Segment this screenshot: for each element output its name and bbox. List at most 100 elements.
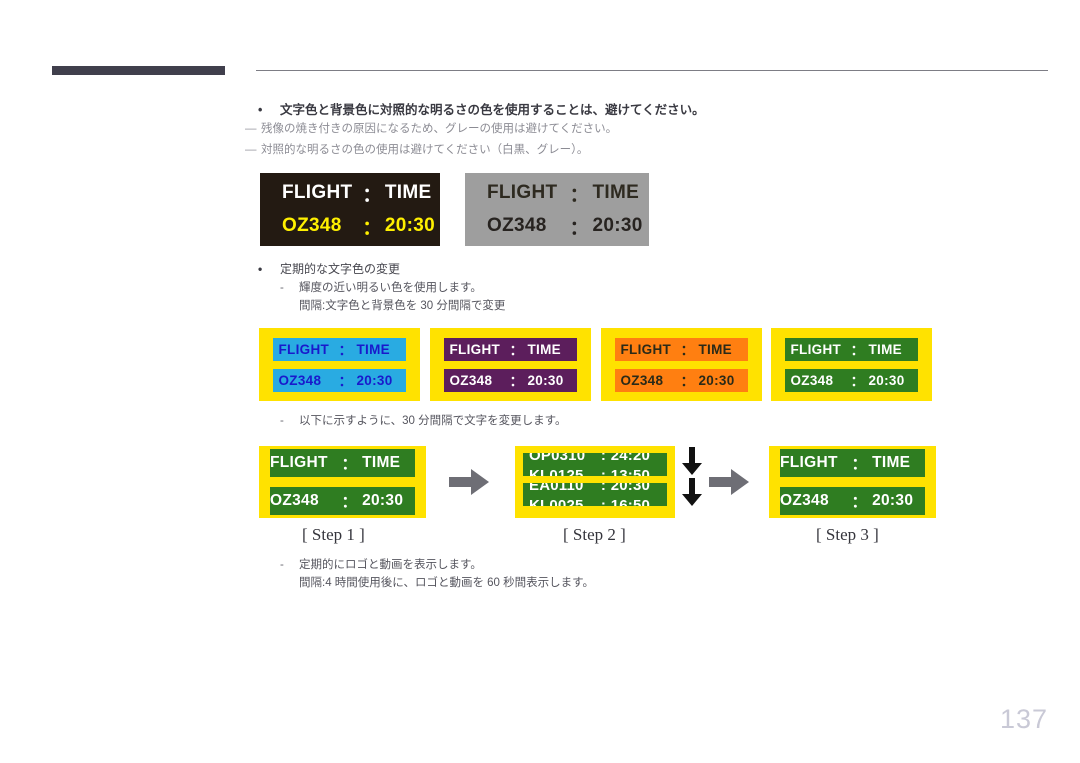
scroll-line: EA0110 : 20:30 xyxy=(523,483,667,495)
note-top-bullet-text: 文字色と背景色に対照的な明るさの色を使用することは、避けてください。 xyxy=(280,103,705,117)
label-colon: ： xyxy=(362,184,382,206)
value-flight-code: OZ348 xyxy=(282,215,342,236)
display-row-value: OZ348 ： 20:30 xyxy=(780,487,925,515)
note-gray-2: — 対照的な明るさの色の使用は避けてください（白黒、グレー）。 xyxy=(245,141,588,157)
display-row-header: FLIGHT ： TIME xyxy=(785,337,918,361)
value-flight-code: OZ348 xyxy=(620,372,664,388)
value-colon: ： xyxy=(851,494,868,511)
display-row-value: OZ348 ： 20:30 xyxy=(260,210,440,243)
value-flight-code: OZ348 xyxy=(780,492,829,509)
arrow-down-icon-1 xyxy=(682,447,702,475)
note-color-change-bullet: • 定期的な文字色の変更 xyxy=(258,260,400,277)
page-number: 137 xyxy=(999,704,1048,734)
scroll-code: KL0025 xyxy=(529,496,584,507)
label-colon: ： xyxy=(338,343,353,358)
scroll-code: OP0310 xyxy=(529,453,586,464)
header-accent-bar xyxy=(52,66,225,75)
note-text-change-dash: - 以下に示すように、30 分間隔で文字を変更します。 xyxy=(280,412,567,428)
note-text-change-text: 以下に示すように、30 分間隔で文字を変更します。 xyxy=(299,415,567,427)
scroll-sep: : xyxy=(600,466,607,477)
display-row-header: FLIGHT ： TIME xyxy=(270,449,415,477)
scroll-time: 24:20 xyxy=(610,453,651,464)
step-caption-3: [ Step 3 ] xyxy=(816,525,879,544)
label-flight: FLIGHT xyxy=(270,454,328,471)
note-color-change-text: 定期的な文字色の変更 xyxy=(280,262,401,276)
scroll-code: KL0125 xyxy=(529,466,584,477)
label-time: TIME xyxy=(868,341,902,357)
value-colon: ： xyxy=(569,217,589,239)
page-header-rule xyxy=(52,66,1048,76)
label-time: TIME xyxy=(592,182,640,203)
scroll-line: KL0125 : 13:50 xyxy=(523,465,667,477)
scroll-sep: : xyxy=(600,453,607,464)
step-caption-1: [ Step 1 ] xyxy=(302,525,365,544)
display-row-header: FLIGHT ： TIME xyxy=(444,337,577,361)
note-interval-30: 間隔:文字色と背景色を 30 分間隔で変更 xyxy=(299,300,506,312)
value-colon: ： xyxy=(362,217,382,239)
value-time: 20:30 xyxy=(698,372,735,388)
scroll-strip-bottom: EA0110 : 20:30 KL0025 : 16:50 xyxy=(523,483,667,506)
display-row-value: OZ348 ： 20:30 xyxy=(465,210,649,243)
bullet-dot: • xyxy=(258,103,263,117)
value-colon: ： xyxy=(680,374,695,389)
display-panel-cyan-blue: FLIGHT ： TIME OZ348 ： 20:30 xyxy=(259,328,420,401)
value-colon: ： xyxy=(338,374,353,389)
scroll-line: OP0310 : 24:20 xyxy=(523,453,667,465)
display-panel-purple-white: FLIGHT ： TIME OZ348 ： 20:30 xyxy=(430,328,591,401)
dash-icon: - xyxy=(280,282,284,294)
label-colon: ： xyxy=(850,343,865,358)
note-logo-video-dash: - 定期的にロゴと動画を表示します。 xyxy=(280,556,482,572)
note-interval-4h: 間隔:4 時間使用後に、ロゴと動画を 60 秒間表示します。 xyxy=(299,577,594,589)
display-row-header: FLIGHT ： TIME xyxy=(260,177,440,210)
display-panel-green-white: FLIGHT ： TIME OZ348 ： 20:30 xyxy=(771,328,932,401)
label-colon: ： xyxy=(680,343,695,358)
label-colon: ： xyxy=(851,456,868,473)
arrow-right-icon-2 xyxy=(709,469,749,495)
step-caption-2: [ Step 2 ] xyxy=(563,525,626,544)
scroll-time: 16:50 xyxy=(610,496,651,507)
label-flight: FLIGHT xyxy=(620,341,672,357)
note-logo-video-text: 定期的にロゴと動画を表示します。 xyxy=(299,559,482,571)
display-row-header: FLIGHT ： TIME xyxy=(780,449,925,477)
value-flight-code: OZ348 xyxy=(278,372,322,388)
value-flight-code: OZ348 xyxy=(270,492,319,509)
gray-dash-icon: — xyxy=(245,123,257,135)
value-time: 20:30 xyxy=(362,492,404,509)
display-row-header: FLIGHT ： TIME xyxy=(465,177,649,210)
label-time: TIME xyxy=(362,454,401,471)
label-colon: ： xyxy=(569,184,589,206)
display-panel-orange-dark: FLIGHT ： TIME OZ348 ： 20:30 xyxy=(601,328,762,401)
value-time: 20:30 xyxy=(868,372,905,388)
label-time: TIME xyxy=(384,182,432,203)
note-gray-2-text: 対照的な明るさの色の使用は避けてください（白黒、グレー）。 xyxy=(261,144,589,156)
display-row-header: FLIGHT ： TIME xyxy=(273,337,406,361)
gray-dash-icon: — xyxy=(245,144,257,156)
value-colon: ： xyxy=(850,374,865,389)
note-top-bullet: • 文字色と背景色に対照的な明るさの色を使用することは、避けてください。 xyxy=(258,99,705,118)
display-panel-gray-contrast: FLIGHT ： TIME OZ348 ： 20:30 xyxy=(465,173,649,246)
scroll-sep: : xyxy=(600,483,607,494)
value-flight-code: OZ348 xyxy=(449,372,493,388)
display-panel-step3: FLIGHT ： TIME OZ348 ： 20:30 xyxy=(769,446,936,518)
display-row-value: OZ348 ： 20:30 xyxy=(615,368,748,392)
display-row-value: OZ348 ： 20:30 xyxy=(273,368,406,392)
value-time: 20:30 xyxy=(384,215,435,236)
arrow-down-icon-2 xyxy=(682,478,702,506)
label-flight: FLIGHT xyxy=(780,454,838,471)
label-colon: ： xyxy=(509,343,524,358)
note-brightness-dash: - 輝度の近い明るい色を使用します。 xyxy=(280,279,482,295)
display-row-value: OZ348 ： 20:30 xyxy=(270,487,415,515)
value-time: 20:30 xyxy=(872,492,914,509)
value-flight-code: OZ348 xyxy=(487,215,547,236)
label-time: TIME xyxy=(527,341,561,357)
scroll-time: 13:50 xyxy=(610,466,651,477)
note-brightness-text: 輝度の近い明るい色を使用します。 xyxy=(299,282,482,294)
label-colon: ： xyxy=(341,456,358,473)
display-panel-step2: OP0310 : 24:20 KL0125 : 13:50 EA0110 : 2… xyxy=(515,446,675,518)
label-time: TIME xyxy=(356,341,390,357)
label-flight: FLIGHT xyxy=(278,341,330,357)
header-divider-line xyxy=(256,70,1048,71)
display-row-header: FLIGHT ： TIME xyxy=(615,337,748,361)
value-time: 20:30 xyxy=(592,215,643,236)
note-gray-1-text: 残像の焼き付きの原因になるため、グレーの使用は避けてください。 xyxy=(261,123,618,135)
